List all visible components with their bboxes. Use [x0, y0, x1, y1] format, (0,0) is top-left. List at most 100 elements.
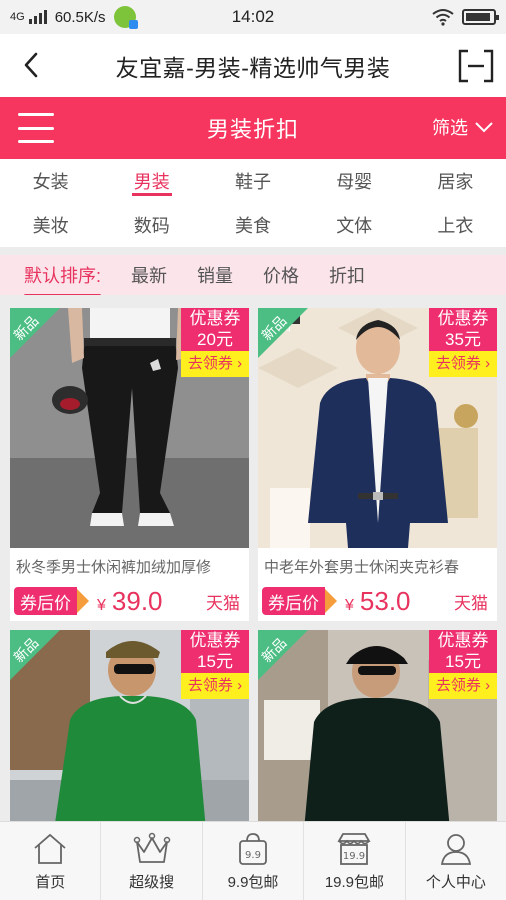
header-title: 男装折扣	[206, 117, 299, 142]
coupon-amount: 35元	[429, 329, 497, 351]
category-item[interactable]: 数码	[101, 203, 202, 247]
nav-19-9-free-shipping[interactable]: 19.9 19.9包邮	[304, 822, 406, 900]
network-type: 4G	[10, 11, 25, 23]
scan-button[interactable]	[456, 46, 496, 86]
user-icon	[436, 831, 476, 867]
product-card[interactable]: 卡卢 新品 优惠券 35元 去领券 › 中老年外套男士休闲夹克衫春 券后价 ¥ …	[258, 308, 497, 621]
product-name[interactable]: 中老年外套男士休闲夹克衫春	[264, 556, 492, 577]
filter-label: 筛选	[432, 118, 468, 138]
nav-profile[interactable]: 个人中心	[406, 822, 506, 900]
status-right	[432, 8, 499, 26]
product-card[interactable]: 新品 优惠券 15元 去领券 ›	[258, 630, 497, 821]
price-row: 券后价 ¥ 53.0 天猫	[262, 585, 494, 617]
bottom-nav: 首页 超级搜 9.9 9.9包邮 19.9 19.9包邮 个人中心	[0, 821, 506, 900]
coupon-amount: 15元	[181, 651, 249, 673]
svg-text:19.9: 19.9	[343, 851, 365, 862]
nav-label: 个人中心	[425, 874, 486, 891]
scan-icon	[458, 49, 494, 83]
after-coupon-tag: 券后价	[14, 587, 89, 615]
get-coupon-button[interactable]: 去领券 ›	[181, 351, 249, 377]
get-coupon-button[interactable]: 去领券 ›	[429, 351, 497, 377]
coupon-label: 优惠券	[429, 630, 497, 651]
product-image[interactable]: 新品 优惠券 20元 去领券 ›	[10, 308, 249, 548]
coupon-label: 优惠券	[181, 630, 249, 651]
coupon-tag[interactable]: 优惠券 35元 去领券 ›	[429, 308, 497, 377]
notification-app-icon	[113, 6, 138, 29]
category-grid: 女装 男装 鞋子 母婴 居家 美妆 数码 美食 文体 上衣	[0, 159, 506, 247]
sort-newest[interactable]: 最新	[131, 262, 167, 288]
category-item[interactable]: 上衣	[405, 203, 506, 247]
chevron-right-icon: ›	[480, 677, 491, 694]
sort-default[interactable]: 默认排序:	[24, 262, 102, 297]
page-title: 友宜嘉-男装-精选帅气男装	[115, 54, 391, 81]
coupon-tag[interactable]: 优惠券 15元 去领券 ›	[429, 630, 497, 699]
shop-name: 天猫	[454, 593, 488, 613]
category-item[interactable]: 居家	[405, 159, 506, 203]
product-grid: 新品 优惠券 20元 去领券 › 秋冬季男士休闲裤加绒加厚修 券后价 ¥ 39.…	[0, 295, 506, 821]
currency-symbol: ¥	[97, 596, 106, 614]
sort-bar: 默认排序: 最新 销量 价格 折扣	[0, 255, 506, 297]
coupon-label: 优惠券	[181, 308, 249, 329]
divider	[0, 247, 506, 255]
chevron-down-icon	[475, 122, 493, 133]
price: ¥ 53.0	[345, 586, 411, 617]
chevron-right-icon: ›	[232, 677, 243, 694]
sort-price[interactable]: 价格	[263, 262, 299, 288]
category-item[interactable]: 美妆	[0, 203, 101, 247]
menu-icon-line	[18, 126, 54, 130]
home-icon	[30, 831, 70, 867]
product-image[interactable]: 新品 优惠券 15元 去领券 ›	[258, 630, 497, 821]
product-name[interactable]: 秋冬季男士休闲裤加绒加厚修	[16, 556, 244, 577]
product-image[interactable]: 新品 优惠券 15元 去领券 ›	[10, 630, 249, 821]
svg-text:9.9: 9.9	[245, 850, 261, 861]
price-value: 53.0	[359, 585, 411, 616]
category-item[interactable]: 美食	[202, 203, 303, 247]
currency-symbol: ¥	[345, 596, 354, 614]
crown-icon	[132, 831, 172, 867]
coupon-amount: 15元	[429, 651, 497, 673]
price-row: 券后价 ¥ 39.0 天猫	[14, 585, 246, 617]
coupon-tag[interactable]: 优惠券 20元 去领券 ›	[181, 308, 249, 377]
shop-icon: 19.9	[334, 831, 374, 867]
status-bar: 4G 60.5K/s 14:02	[0, 0, 506, 34]
get-coupon-button[interactable]: 去领券 ›	[181, 673, 249, 699]
nav-super-search[interactable]: 超级搜	[101, 822, 203, 900]
network-speed: 60.5K/s	[54, 8, 106, 26]
wifi-icon	[432, 9, 454, 26]
category-item[interactable]: 鞋子	[202, 159, 303, 203]
coupon-amount: 20元	[181, 329, 249, 351]
category-item-active[interactable]: 男装	[101, 159, 202, 203]
menu-icon-line	[18, 113, 54, 116]
battery-icon	[462, 9, 499, 25]
nav-home[interactable]: 首页	[0, 822, 102, 900]
bag-icon: 9.9	[233, 831, 273, 867]
back-button[interactable]	[14, 48, 48, 82]
coupon-tag[interactable]: 优惠券 15元 去领券 ›	[181, 630, 249, 699]
chevron-right-icon: ›	[232, 355, 243, 372]
status-left: 4G 60.5K/s	[10, 6, 210, 29]
chevron-right-icon: ›	[480, 355, 491, 372]
menu-button[interactable]	[16, 110, 56, 146]
price: ¥ 39.0	[97, 586, 163, 617]
category-item[interactable]: 女装	[0, 159, 101, 203]
chevron-left-icon	[24, 52, 38, 78]
get-coupon-button[interactable]: 去领券 ›	[429, 673, 497, 699]
filter-button[interactable]: 筛选	[432, 114, 494, 140]
product-image[interactable]: 卡卢 新品 优惠券 35元 去领券 ›	[258, 308, 497, 548]
nav-9-9-free-shipping[interactable]: 9.9 9.9包邮	[203, 822, 305, 900]
after-coupon-tag: 券后价	[262, 587, 337, 615]
signal-icon	[28, 10, 47, 24]
category-item[interactable]: 文体	[304, 203, 405, 247]
price-value: 39.0	[111, 585, 163, 616]
category-item[interactable]: 母婴	[304, 159, 405, 203]
sort-sales[interactable]: 销量	[197, 262, 233, 288]
menu-icon-line	[18, 140, 54, 143]
nav-label: 19.9包邮	[324, 874, 385, 891]
product-card[interactable]: 新品 优惠券 20元 去领券 › 秋冬季男士休闲裤加绒加厚修 券后价 ¥ 39.…	[10, 308, 249, 621]
nav-label: 超级搜	[129, 874, 175, 891]
sort-discount[interactable]: 折扣	[329, 262, 365, 288]
shop-name: 天猫	[206, 593, 240, 613]
nav-label: 9.9包邮	[227, 874, 279, 891]
product-card[interactable]: 新品 优惠券 15元 去领券 ›	[10, 630, 249, 821]
title-bar: 友宜嘉-男装-精选帅气男装	[0, 34, 506, 97]
